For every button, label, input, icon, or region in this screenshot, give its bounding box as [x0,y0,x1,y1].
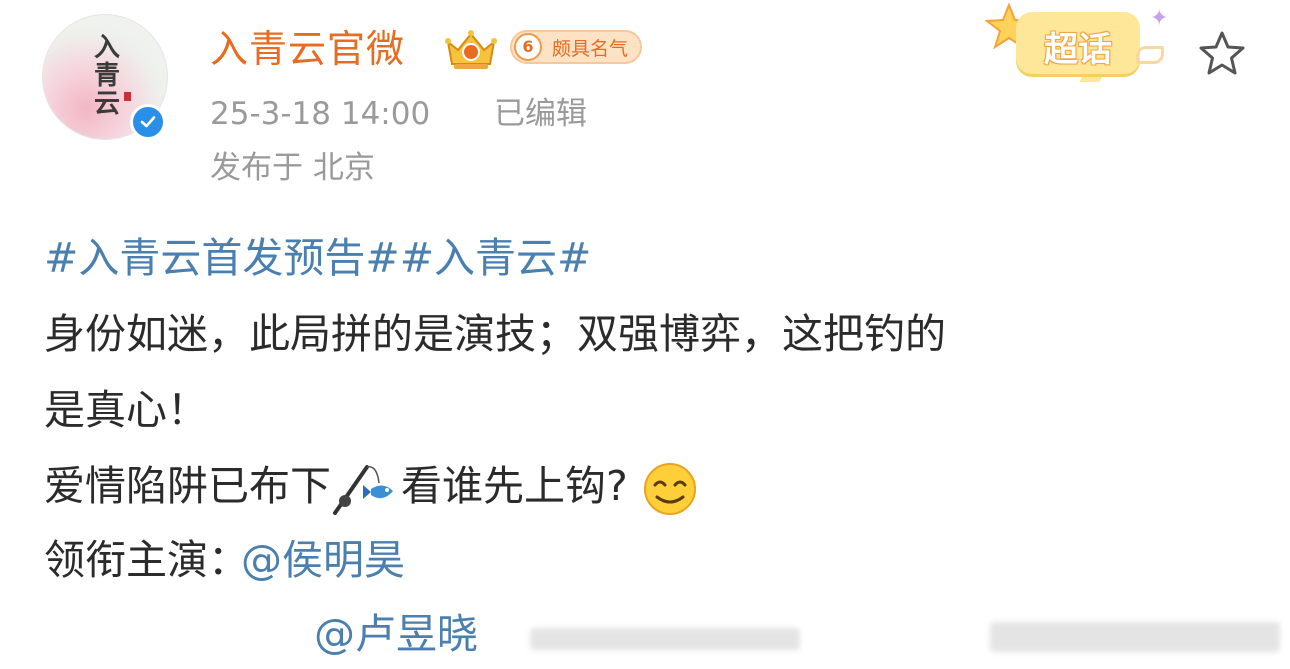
lead-actors-label: 领衔主演： [44,536,249,584]
smirk-emoji-icon [643,463,696,515]
post-timestamp: 25-3-18 14:00 [210,96,431,132]
star-outline-icon[interactable] [1196,28,1248,80]
avatar-seal [124,92,131,101]
mention-link[interactable]: @侯明昊 [241,536,405,584]
post-text-line: 爱情陷阱已布下 看谁先上钩? [44,456,710,517]
fame-level: 6 [514,33,542,61]
post-text-line: 是真心！ [44,386,208,434]
post-text-line: 身份如迷，此局拼的是演技；双强博弈，这把钓的 [44,310,946,358]
hashtag-link[interactable]: #入青云首发预告##入青云# [44,228,591,288]
verified-check-icon [130,104,166,140]
watermark [990,622,1280,652]
fishing-rod-icon [333,465,393,515]
fame-label: 颇具名气 [552,37,629,60]
supertopic-bubble: 超话 [1016,12,1140,74]
post-text: 看谁先上钩? [401,462,628,510]
avatar-calligraphy: 入青云 [93,33,120,119]
post-text: 爱情陷阱已布下 [44,462,331,510]
sparkle-icon: ✦ [1150,6,1169,31]
supertopic-button[interactable]: 超话 ✦ [984,2,1174,100]
post-text-line: 领衔主演：@侯明昊 [44,530,405,590]
edited-label[interactable]: 已编辑 [494,92,587,136]
vip-crown-icon[interactable] [444,28,498,72]
supertopic-label: 超话 [1044,30,1112,70]
fame-badge[interactable]: 6 颇具名气 [510,30,643,64]
bubble-decoration [1136,46,1164,64]
mention-link[interactable]: @卢昱晓 [314,604,478,664]
author-name[interactable]: 入青云官微 [210,24,405,74]
post-location: 发布于 北京 [210,150,375,186]
watermark [530,628,800,650]
